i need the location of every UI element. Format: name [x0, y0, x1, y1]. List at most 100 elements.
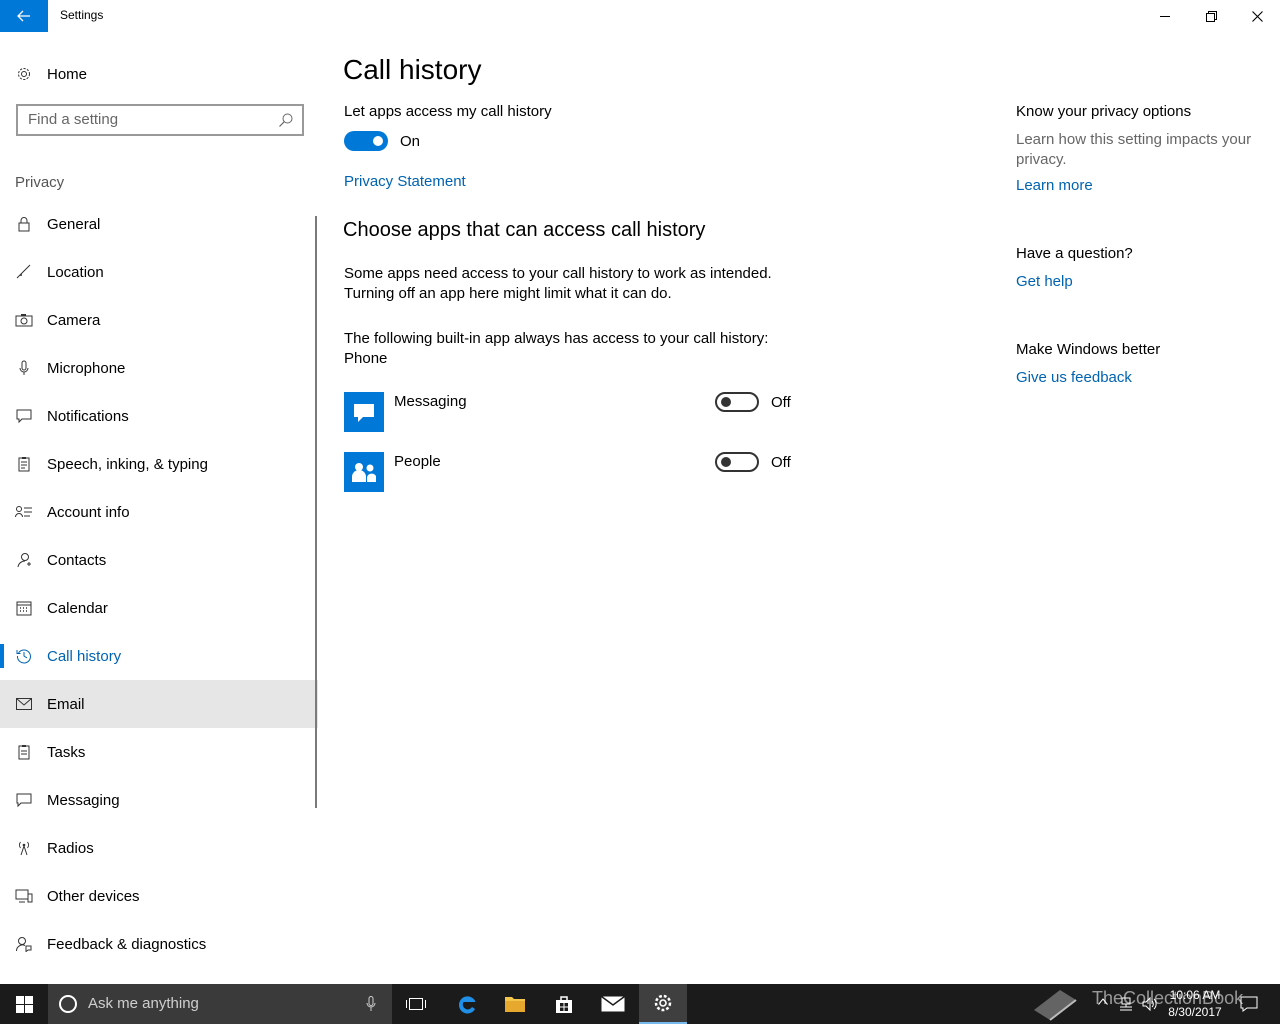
windows-better-heading: Make Windows better [1016, 341, 1161, 358]
start-button[interactable] [0, 984, 48, 1024]
history-icon [15, 647, 33, 665]
mail-icon [15, 695, 33, 713]
sidebar-item-label: Tasks [47, 743, 86, 761]
search-input[interactable] [28, 111, 268, 128]
people-toggle-state: Off [771, 454, 791, 471]
sidebar-item-notifications[interactable]: Notifications [0, 392, 318, 440]
sidebar-item-email[interactable]: Email [0, 680, 318, 728]
contacts-icon [15, 551, 33, 569]
clipboard-icon [15, 455, 33, 473]
sidebar-item-microphone[interactable]: Microphone [0, 344, 318, 392]
learn-more-link[interactable]: Learn more [1016, 177, 1093, 194]
gear-icon [654, 994, 672, 1012]
volume-icon[interactable] [1142, 996, 1158, 1012]
sidebar-item-calendar[interactable]: Calendar [0, 584, 318, 632]
minimize-icon [1160, 16, 1170, 17]
back-arrow-icon [17, 10, 30, 22]
sidebar-item-other-devices[interactable]: Other devices [0, 872, 318, 920]
give-feedback-link[interactable]: Give us feedback [1016, 369, 1132, 386]
home-label: Home [47, 65, 88, 83]
chevron-up-icon[interactable] [1098, 998, 1108, 1005]
store-icon [556, 996, 572, 1013]
get-help-link[interactable]: Get help [1016, 273, 1073, 290]
devices-icon [15, 887, 33, 905]
account-info-icon [15, 503, 33, 521]
sidebar-item-camera[interactable]: Camera [0, 296, 318, 344]
cortana-search-box[interactable]: Ask me anything [48, 984, 392, 1024]
back-button[interactable] [0, 0, 48, 32]
sidebar-item-label: Feedback & diagnostics [47, 935, 207, 953]
message-icon [15, 791, 33, 809]
sidebar: Home Privacy General Location Camera Mic… [0, 32, 320, 984]
search-icon[interactable] [278, 112, 294, 128]
search-box[interactable] [16, 104, 304, 136]
sidebar-item-label: Messaging [47, 791, 120, 809]
sidebar-item-messaging[interactable]: Messaging [0, 776, 318, 824]
section-heading: Privacy [15, 174, 65, 191]
mail-taskbar-button[interactable] [589, 984, 637, 1024]
notifications-icon [15, 407, 33, 425]
sidebar-item-location[interactable]: Location [0, 248, 318, 296]
privacy-options-text: Learn how this setting impacts your priv… [1016, 131, 1252, 168]
clock-time: 10:06 AM [1169, 988, 1221, 1002]
master-toggle[interactable] [344, 131, 388, 151]
app-name-messaging: Messaging [394, 393, 467, 410]
sidebar-item-label: Radios [47, 839, 94, 857]
sidebar-item-account-info[interactable]: Account info [0, 488, 318, 536]
feedback-icon [15, 935, 33, 953]
windows-logo-icon [15, 995, 33, 1013]
restore-icon [1205, 10, 1217, 22]
folder-icon [505, 997, 525, 1012]
master-setting-label: Let apps access my call history [344, 103, 552, 120]
messaging-toggle[interactable] [715, 392, 759, 412]
sidebar-item-label: Call history [47, 647, 122, 665]
sidebar-item-radios[interactable]: Radios [0, 824, 318, 872]
sidebar-item-general[interactable]: General [0, 200, 318, 248]
sidebar-item-label: Other devices [47, 887, 140, 905]
sidebar-item-speech[interactable]: Speech, inking, & typing [0, 440, 318, 488]
taskbar: Ask me anything TheCollectionBook 10:06 … [0, 984, 1280, 1024]
sidebar-item-label: General [47, 215, 101, 233]
store-taskbar-button[interactable] [540, 984, 588, 1024]
people-toggle[interactable] [715, 452, 759, 472]
sidebar-scrollbar[interactable] [315, 216, 317, 808]
microphone-icon[interactable] [366, 996, 376, 1012]
page-title: Call history [343, 54, 482, 85]
window-title: Settings [60, 8, 104, 22]
sidebar-item-label: Account info [47, 503, 130, 521]
app-name-people: People [394, 453, 441, 470]
sidebar-item-call-history[interactable]: Call history [0, 632, 318, 680]
settings-taskbar-button[interactable] [639, 984, 687, 1024]
privacy-options-heading: Know your privacy options [1016, 103, 1192, 120]
description-line-2: Turning off an app here might limit what… [344, 285, 672, 302]
sidebar-item-label: Contacts [47, 551, 107, 569]
sidebar-item-contacts[interactable]: Contacts [0, 536, 318, 584]
minimize-button[interactable] [1142, 0, 1188, 32]
task-view-button[interactable] [392, 984, 440, 1024]
edge-taskbar-button[interactable] [443, 984, 491, 1024]
file-explorer-taskbar-button[interactable] [491, 984, 539, 1024]
sidebar-item-feedback[interactable]: Feedback & diagnostics [0, 920, 318, 968]
sidebar-item-label: Notifications [47, 407, 129, 425]
camera-icon [15, 311, 33, 329]
sidebar-item-label: Email [47, 695, 85, 713]
sidebar-item-label: Camera [47, 311, 101, 329]
network-icon[interactable] [1118, 996, 1134, 1012]
close-icon [1251, 10, 1263, 22]
privacy-statement-link[interactable]: Privacy Statement [344, 173, 466, 190]
messaging-toggle-state: Off [771, 394, 791, 411]
restore-button[interactable] [1188, 0, 1234, 32]
choose-apps-heading: Choose apps that can access call history [343, 219, 706, 241]
taskbar-clock[interactable]: 10:06 AM 8/30/2017 [1160, 987, 1230, 1021]
action-center-icon[interactable] [1240, 996, 1258, 1012]
close-button[interactable] [1234, 0, 1280, 32]
sidebar-item-label: Microphone [47, 359, 126, 377]
master-toggle-state: On [400, 133, 421, 150]
sidebar-item-label: Calendar [47, 599, 108, 617]
tasks-icon [15, 743, 33, 761]
builtin-app-name: Phone [344, 350, 388, 367]
home-nav-item[interactable]: Home [0, 56, 320, 92]
gear-icon [15, 65, 33, 83]
radio-tower-icon [15, 839, 33, 857]
sidebar-item-tasks[interactable]: Tasks [0, 728, 318, 776]
